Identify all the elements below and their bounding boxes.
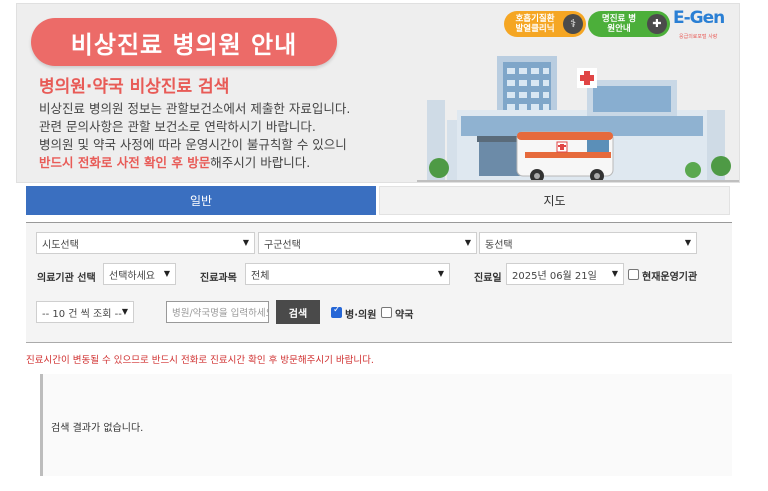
fever-clinic-label: 호흡기질환 발열클리닉 (515, 14, 555, 34)
dept-label: 진료과목 (200, 273, 237, 284)
pharmacy-checkbox[interactable] (381, 307, 392, 318)
fever-clinic-badge[interactable]: 호흡기질환 발열클리닉 ⚕ (504, 11, 586, 37)
dong-select[interactable]: 동선택 ▼ (479, 232, 697, 254)
date-select[interactable]: 2025년 06월 21일 ▼ (506, 263, 624, 285)
hospital-guide-label: 명진료 병원안내 (601, 14, 637, 34)
banner-description: 비상진료 병의원 정보는 관할보건소에서 제출한 자료입니다. 관련 문의사항은… (39, 100, 350, 172)
banner-subtitle: 병의원·약국 비상진료 검색 (39, 77, 230, 97)
search-input-placeholder: 병원/약국명을 입력하세요 (172, 308, 268, 319)
banner-title: 비상진료 병의원 안내 (31, 18, 337, 66)
per-page-value: -- 10 건 씩 조회 -- (42, 308, 122, 320)
hospital-checkbox[interactable] (331, 305, 342, 318)
current-open-label: 현재운영기관 (642, 272, 698, 283)
pharmacy-checkbox-label: 약국 (395, 310, 414, 321)
date-label: 진료일 (474, 273, 502, 284)
banner-line-3: 병의원 및 약국 사정에 따라 운영시간이 불규칙할 수 있으니 (39, 137, 347, 152)
chevron-down-icon: ▼ (437, 269, 444, 278)
search-input[interactable]: 병원/약국명을 입력하세요 (166, 301, 269, 323)
hospital-checkbox-label: 병·의원 (345, 310, 377, 321)
dept-select-value: 전체 (251, 270, 270, 282)
banner-line-2: 관련 문의사항은 관할 보건소로 연락하시기 바랍니다. (39, 119, 316, 134)
clinic-icon: ⚕ (563, 14, 583, 34)
chevron-down-icon: ▼ (242, 238, 249, 247)
gugun-select-value: 구군선택 (264, 239, 301, 251)
result-panel: 검색 결과가 없습니다. (40, 374, 732, 476)
egen-logo-text: E-Gen (673, 8, 725, 28)
sido-select[interactable]: 시도선택 ▼ (36, 232, 255, 254)
hospital-guide-badge[interactable]: 명진료 병원안내 ✚ (588, 11, 670, 37)
banner-line-4-rest: 해주시기 바랍니다. (210, 155, 311, 170)
chevron-down-icon: ▼ (163, 269, 170, 278)
institution-select[interactable]: 선택하세요 ▼ (103, 263, 176, 285)
egen-logo[interactable]: E-Gen 응급의료포털 사랑 (671, 8, 737, 40)
per-page-select[interactable]: -- 10 건 씩 조회 -- ▼ (36, 301, 134, 323)
gugun-select[interactable]: 구군선택 ▼ (258, 232, 477, 254)
dept-select[interactable]: 전체 ▼ (245, 263, 450, 285)
banner-line-1: 비상진료 병의원 정보는 관할보건소에서 제출한 자료입니다. (39, 101, 351, 116)
chevron-down-icon: ▼ (611, 269, 618, 278)
chevron-down-icon: ▼ (121, 307, 128, 316)
hospital-icon: ✚ (647, 14, 667, 34)
hospital-illustration-icon (417, 56, 739, 182)
sido-select-value: 시도선택 (42, 239, 79, 251)
chevron-down-icon: ▼ (464, 238, 471, 247)
chevron-down-icon: ▼ (684, 238, 691, 247)
institution-select-value: 선택하세요 (109, 270, 155, 282)
notice-text: 진료시간이 변동될 수 있으므로 반드시 전화로 진료시간 확인 후 방문해주시… (26, 355, 374, 366)
date-select-value: 2025년 06월 21일 (512, 270, 597, 282)
current-open-checkbox[interactable] (628, 269, 639, 280)
search-button[interactable]: 검색 (276, 300, 320, 324)
dong-select-value: 동선택 (485, 239, 513, 251)
tab-map[interactable]: 지도 (379, 186, 730, 215)
banner-highlight: 반드시 전화로 사전 확인 후 방문 (39, 155, 211, 170)
search-form: 시도선택 ▼ 구군선택 ▼ 동선택 ▼ 의료기관 선택 선택하세요 ▼ 진료과목… (26, 222, 732, 343)
institution-label: 의료기관 선택 (37, 273, 96, 284)
banner-line-4: 반드시 전화로 사전 확인 후 방문해주시기 바랍니다. (39, 154, 350, 172)
egen-logo-sub: 응급의료포털 사랑 (679, 34, 718, 40)
banner: 비상진료 병의원 안내 병의원·약국 비상진료 검색 비상진료 병의원 정보는 … (16, 3, 740, 183)
tab-general[interactable]: 일반 (26, 186, 376, 215)
empty-result-message: 검색 결과가 없습니다. (51, 423, 144, 434)
